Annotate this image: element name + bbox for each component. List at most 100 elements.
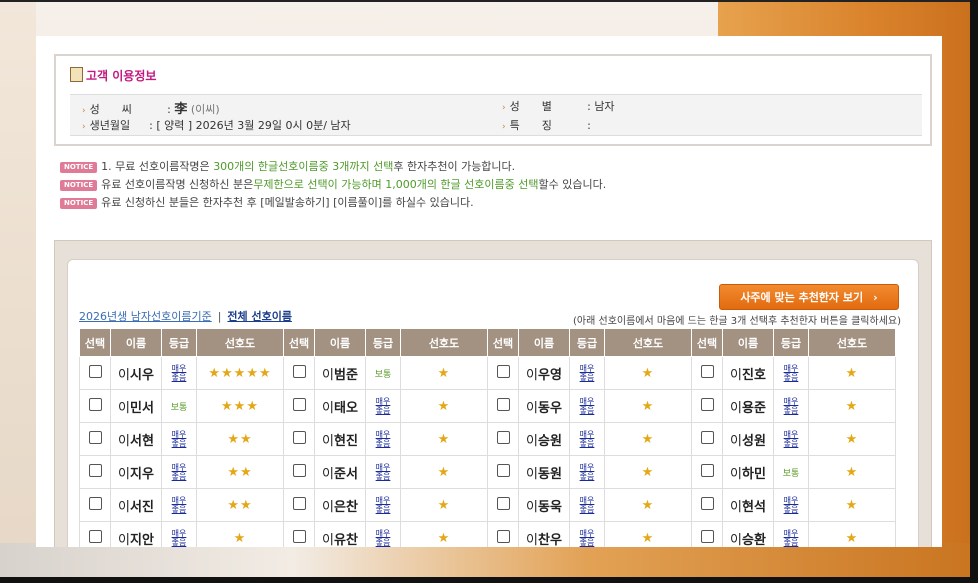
name-cell: 이서진 (110, 488, 162, 522)
recommend-hanja-button[interactable]: 사주에 맞는 추천한자 보기 › (719, 284, 899, 310)
select-cell (691, 521, 723, 547)
name-checkbox[interactable] (88, 398, 102, 411)
name-given: 준서 (334, 466, 358, 482)
name-surname: 이 (322, 499, 335, 515)
name-given: 유찬 (334, 532, 358, 548)
column-header: 이름 (518, 328, 570, 357)
candidate-name: 이동욱 (526, 500, 562, 515)
notice-item: NOTICE 1. 무료 선호이름작명은 300개의 한글선호이름중 3개까지 선… (60, 158, 606, 176)
star-icon: ★ (845, 530, 859, 546)
candidate-name: 이승원 (526, 434, 562, 449)
preference-cell: ★ (604, 488, 692, 522)
preference-cell: ★ (604, 455, 692, 489)
name-checkbox[interactable] (700, 398, 714, 411)
name-checkbox[interactable] (292, 464, 306, 477)
name-table: 선택 이름 등급 선호도 선택 이름 등급 선호도 선택 이름 등급 선호도 선택 이름 등급 선호도 이시우… (79, 328, 896, 547)
name-checkbox[interactable] (292, 365, 306, 378)
table-row: 이서진 매우좋음 ★★ 이은찬 매우좋음 ★ 이동욱 매우좋음 ★ 이현석 매우좋음 ★ (79, 488, 896, 522)
tab-all-names[interactable]: 전체 선호이름 (227, 310, 292, 323)
name-checkbox[interactable] (496, 398, 510, 411)
grade-cell: 매우좋음 (161, 521, 197, 547)
preference-stars: ★ (846, 366, 859, 381)
name-checkbox[interactable] (700, 365, 714, 378)
name-checkbox[interactable] (700, 464, 714, 477)
name-checkbox[interactable] (496, 365, 510, 378)
column-header: 선택 (283, 328, 315, 357)
name-checkbox[interactable] (496, 530, 510, 543)
name-checkbox[interactable] (496, 431, 510, 444)
preference-cell: ★★★ (196, 389, 284, 423)
grade-label: 매우좋음 (783, 495, 799, 514)
name-checkbox[interactable] (88, 464, 102, 477)
candidate-name: 이동우 (526, 401, 562, 416)
select-cell (283, 521, 315, 547)
name-surname: 이 (322, 433, 335, 449)
name-tabs: 2026년생 남자선호이름기준 | 전체 선호이름 (79, 310, 292, 323)
name-checkbox[interactable] (88, 431, 102, 444)
tab-2026-male-names[interactable]: 2026년생 남자선호이름기준 (79, 310, 212, 323)
name-cell: 이시우 (110, 356, 162, 390)
grade-label: 보통 (170, 403, 188, 413)
name-cell: 이지우 (110, 455, 162, 489)
name-checkbox[interactable] (292, 431, 306, 444)
select-cell (79, 422, 111, 456)
star-icon: ★ (240, 464, 253, 480)
name-surname: 이 (118, 433, 131, 449)
name-checkbox[interactable] (700, 497, 714, 510)
star-icon: ★ (641, 530, 655, 546)
grade-cell: 매우좋음 (365, 521, 401, 547)
candidate-name: 이시우 (118, 368, 154, 383)
grade-label: 매우좋음 (783, 396, 799, 415)
grade-label: 매우좋음 (171, 429, 187, 448)
name-surname: 이 (526, 532, 539, 548)
candidate-name: 이찬우 (526, 533, 562, 548)
candidate-name: 이현진 (322, 434, 358, 449)
preference-stars: ★★ (227, 498, 252, 513)
table-row: 이서현 매우좋음 ★★ 이현진 매우좋음 ★ 이승원 매우좋음 ★ 이성원 매우좋음 ★ (79, 422, 896, 456)
name-checkbox[interactable] (700, 530, 714, 543)
notice-badge: NOTICE (60, 162, 98, 173)
name-cell: 이성원 (722, 422, 774, 456)
star-icon: ★ (437, 431, 451, 447)
name-cell: 이동원 (518, 455, 570, 489)
select-cell (283, 488, 315, 522)
name-given: 동우 (538, 400, 562, 416)
table-row: 이민서 보통 ★★★ 이태오 매우좋음 ★ 이동우 매우좋음 ★ 이용준 매우좋음 ★ (79, 389, 896, 423)
candidate-name: 이서진 (118, 500, 154, 515)
name-checkbox[interactable] (496, 497, 510, 510)
name-checkbox[interactable] (700, 431, 714, 444)
select-cell (691, 422, 723, 456)
name-checkbox[interactable] (88, 530, 102, 543)
name-checkbox[interactable] (496, 464, 510, 477)
name-surname: 이 (322, 400, 335, 416)
select-cell (79, 455, 111, 489)
name-panel: 사주에 맞는 추천한자 보기 › 2026년생 남자선호이름기준 | 전체 선호이름 … (67, 259, 919, 547)
preference-cell: ★ (196, 521, 284, 547)
candidate-name: 이범준 (322, 368, 358, 383)
name-surname: 이 (322, 532, 335, 548)
preference-stars: ★ (846, 531, 859, 546)
candidate-name: 이우영 (526, 368, 562, 383)
preference-cell: ★★ (196, 488, 284, 522)
preference-stars: ★ (438, 498, 451, 513)
grade-label: 매우좋음 (171, 363, 187, 382)
name-given: 지안 (130, 532, 154, 548)
select-cell (487, 488, 519, 522)
select-cell (283, 455, 315, 489)
name-checkbox[interactable] (88, 365, 102, 378)
grade-label: 매우좋음 (783, 429, 799, 448)
gender-value: 남자 (594, 100, 615, 113)
name-checkbox[interactable] (292, 398, 306, 411)
preference-cell: ★★ (196, 422, 284, 456)
star-icon: ★ (233, 398, 247, 414)
preference-cell: ★ (604, 422, 692, 456)
name-checkbox[interactable] (292, 530, 306, 543)
star-icon: ★ (641, 365, 655, 381)
grade-label: 보통 (374, 370, 392, 380)
name-checkbox[interactable] (88, 497, 102, 510)
name-cell: 이태오 (314, 389, 366, 423)
name-surname: 이 (526, 367, 539, 383)
name-given: 현석 (742, 499, 766, 515)
name-checkbox[interactable] (292, 497, 306, 510)
background-left (0, 0, 36, 583)
